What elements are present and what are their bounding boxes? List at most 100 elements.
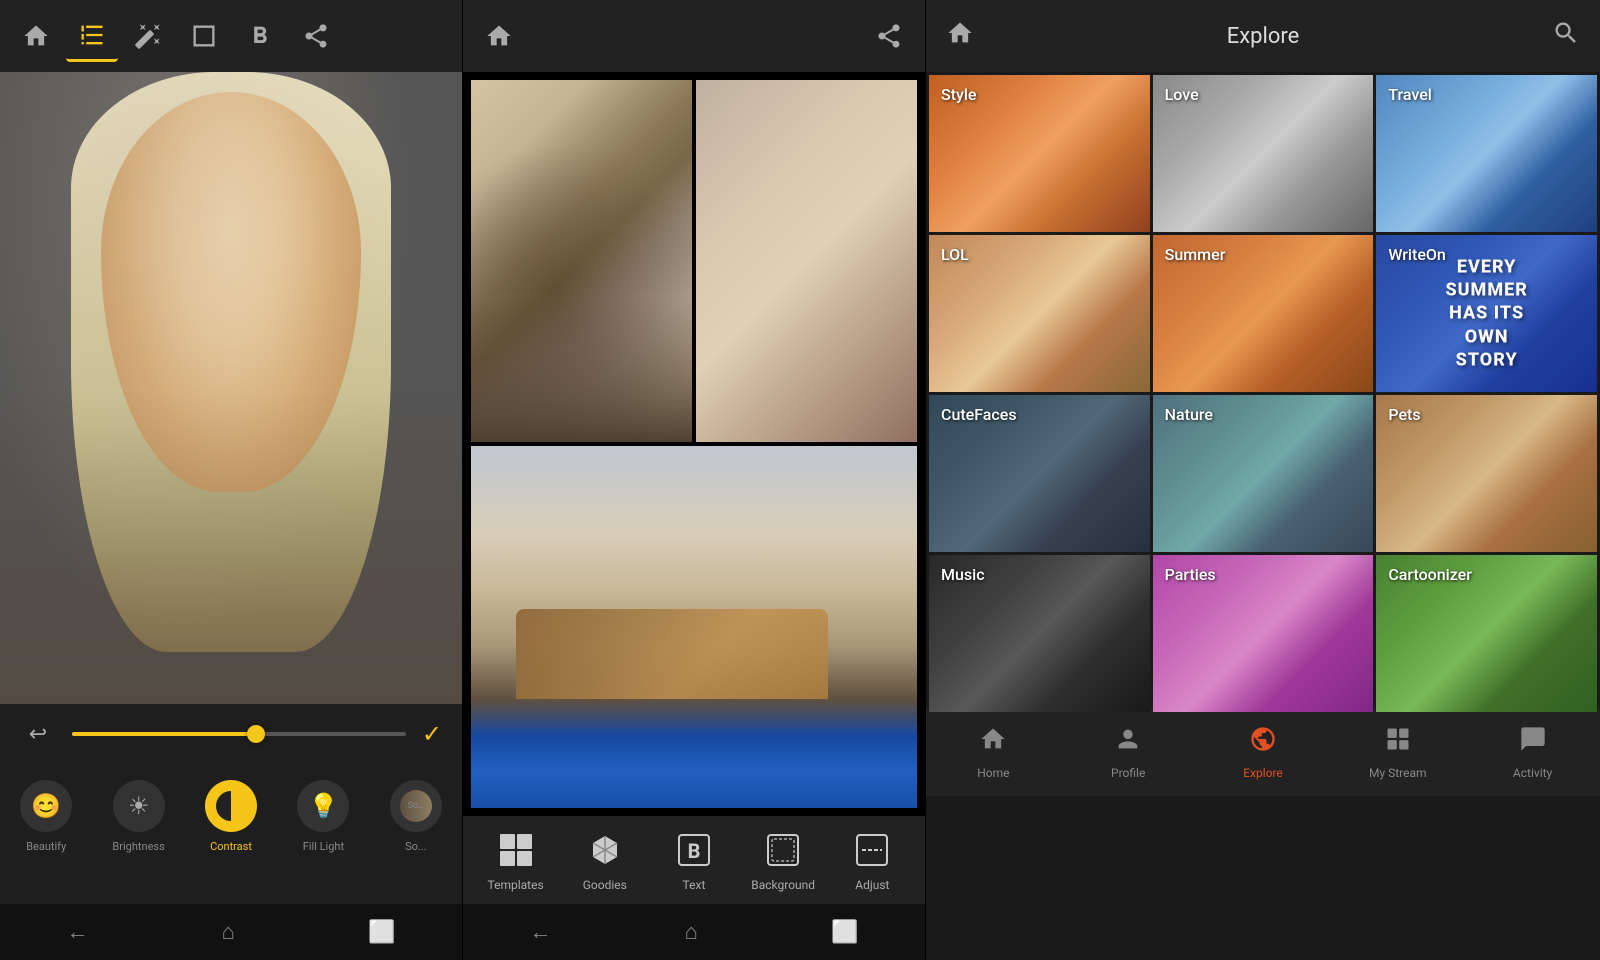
writeon-text: EVERY SUMMER HAS ITS OWN STORY <box>1431 255 1541 372</box>
left-nav-bar: ← ⌂ ⬜ <box>0 904 462 960</box>
tool-contrast[interactable]: Contrast <box>185 772 277 861</box>
summer-label: Summer <box>1165 245 1226 264</box>
nav-mystream-label: My Stream <box>1369 766 1427 780</box>
explore-cell-lol[interactable]: LOL <box>929 235 1150 392</box>
collage-cell-boats[interactable] <box>471 446 917 808</box>
nav-mystream[interactable]: My Stream <box>1348 725 1448 780</box>
explore-cell-writeon[interactable]: WriteOn EVERY SUMMER HAS ITS OWN STORY <box>1376 235 1597 392</box>
middle-home-nav[interactable]: ⌂ <box>685 919 698 945</box>
filllight-icon: 💡 <box>297 780 349 832</box>
nav-activity[interactable]: Activity <box>1483 725 1583 780</box>
explore-cell-cartoonizer[interactable]: Cartoonizer <box>1376 555 1597 712</box>
explore-cell-parties[interactable]: Parties <box>1153 555 1374 712</box>
templates-label: Templates <box>488 878 544 892</box>
nav-home[interactable]: Home <box>943 725 1043 780</box>
explore-cell-travel[interactable]: Travel <box>1376 75 1597 232</box>
brightness-icon: ☀ <box>113 780 165 832</box>
middle-back-nav[interactable]: ← <box>530 919 552 945</box>
explore-grid: Style Love Travel LOL Summer WriteOn EVE… <box>926 72 1600 708</box>
portrait-overlay <box>0 72 462 704</box>
style-label: Style <box>941 85 977 104</box>
slider-fill <box>72 732 256 736</box>
back-nav-button[interactable]: ← <box>67 919 89 945</box>
frame-button[interactable] <box>178 10 230 62</box>
nav-profile-label: Profile <box>1111 766 1145 780</box>
recents-nav-button[interactable]: ⬜ <box>368 920 395 945</box>
middle-share-button[interactable] <box>863 10 915 62</box>
bottom-toolbar: Templates Goodies B Text <box>463 816 925 904</box>
bold-button[interactable] <box>234 10 286 62</box>
wand-button[interactable] <box>122 10 174 62</box>
brightness-slider-track[interactable] <box>72 732 406 736</box>
middle-panel: Templates Goodies B Text <box>463 0 926 960</box>
text-icon: B <box>672 828 716 872</box>
love-label: Love <box>1165 85 1199 104</box>
more-label: So... <box>405 840 427 853</box>
nav-profile-icon <box>1114 725 1142 760</box>
nav-activity-icon <box>1519 725 1547 760</box>
lol-label: LOL <box>941 245 969 264</box>
nav-explore-label: Explore <box>1243 766 1283 780</box>
explore-cell-nature[interactable]: Nature <box>1153 395 1374 552</box>
tool-more[interactable]: So… So... <box>370 772 462 861</box>
explore-cell-summer[interactable]: Summer <box>1153 235 1374 392</box>
controls-area: ↩ ✓ 😊 Beautify ☀ Brightness Contrast <box>0 704 462 904</box>
explore-cell-cutefaces[interactable]: CuteFaces <box>929 395 1150 552</box>
home-nav-button[interactable]: ⌂ <box>222 919 235 945</box>
collage-area <box>463 72 925 816</box>
brightness-label: Brightness <box>112 840 164 853</box>
middle-nav-bar: ← ⌂ ⬜ <box>463 904 925 960</box>
nav-activity-label: Activity <box>1513 766 1552 780</box>
nav-home-label: Home <box>977 766 1009 780</box>
background-icon <box>761 828 805 872</box>
adjust-tool[interactable]: Adjust <box>832 828 912 892</box>
middle-recents-nav[interactable]: ⬜ <box>831 920 858 945</box>
share-button[interactable] <box>290 10 342 62</box>
filllight-label: Fill Light <box>303 840 344 853</box>
tool-filllight[interactable]: 💡 Fill Light <box>277 772 369 861</box>
tool-beautify[interactable]: 😊 Beautify <box>0 772 92 861</box>
adjust-label: Adjust <box>855 878 889 892</box>
tool-brightness[interactable]: ☀ Brightness <box>92 772 184 861</box>
left-panel: ↩ ✓ 😊 Beautify ☀ Brightness Contrast <box>0 0 463 960</box>
photo-edit-area <box>0 72 462 704</box>
explore-search-button[interactable] <box>1552 19 1580 53</box>
contrast-label: Contrast <box>210 840 252 853</box>
home-button[interactable] <box>10 10 62 62</box>
explore-cell-style[interactable]: Style <box>929 75 1150 232</box>
templates-tool[interactable]: Templates <box>476 828 556 892</box>
beautify-label: Beautify <box>26 840 66 853</box>
undo-button[interactable]: ↩ <box>20 722 56 747</box>
slider-row: ↩ ✓ <box>0 704 462 764</box>
contrast-icon <box>205 780 257 832</box>
explore-cell-music[interactable]: Music <box>929 555 1150 712</box>
explore-cell-pets[interactable]: Pets <box>1376 395 1597 552</box>
nav-profile[interactable]: Profile <box>1078 725 1178 780</box>
slider-thumb[interactable] <box>247 725 265 743</box>
beautify-icon: 😊 <box>20 780 72 832</box>
nav-explore[interactable]: Explore <box>1213 725 1313 780</box>
background-label: Background <box>751 878 815 892</box>
explore-nav: Home Profile Explore My Stream <box>926 708 1600 796</box>
tools-row: 😊 Beautify ☀ Brightness Contrast 💡 Fill … <box>0 764 462 904</box>
travel-label: Travel <box>1388 85 1432 104</box>
left-toolbar <box>0 0 462 72</box>
explore-cell-love[interactable]: Love <box>1153 75 1374 232</box>
cutefaces-label: CuteFaces <box>941 405 1017 424</box>
svg-text:B: B <box>688 839 701 863</box>
goodies-label: Goodies <box>583 878 627 892</box>
middle-home-button[interactable] <box>473 10 525 62</box>
goodies-tool[interactable]: Goodies <box>565 828 645 892</box>
sliders-button[interactable] <box>66 10 118 62</box>
collage-cell-portrait[interactable] <box>696 80 917 442</box>
text-label: Text <box>683 878 706 892</box>
music-label: Music <box>941 565 985 584</box>
explore-header: Explore <box>926 0 1600 72</box>
text-tool[interactable]: B Text <box>654 828 734 892</box>
confirm-button[interactable]: ✓ <box>422 720 442 748</box>
more-icon: So… <box>390 780 442 832</box>
background-tool[interactable]: Background <box>743 828 823 892</box>
nav-mystream-icon <box>1384 725 1412 760</box>
collage-cell-bicycle[interactable] <box>471 80 692 442</box>
explore-home-button[interactable] <box>946 19 974 53</box>
